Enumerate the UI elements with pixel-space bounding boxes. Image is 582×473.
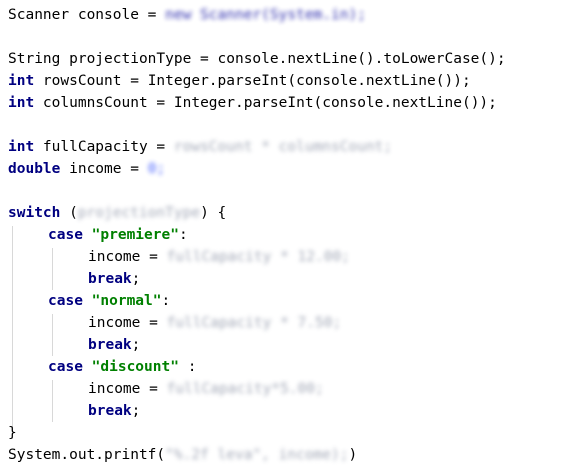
variable-token: console = bbox=[69, 7, 166, 23]
string-literal: "premiere" bbox=[91, 227, 179, 243]
redacted-code: fullCapacity*5.00; bbox=[166, 381, 324, 397]
string-literal: "discount" bbox=[91, 359, 179, 375]
keyword-case: case bbox=[48, 293, 83, 309]
code-text: ; bbox=[131, 271, 141, 287]
code-line-full-capacity[interactable]: int fullCapacity = rowsCount * columnsCo… bbox=[8, 136, 392, 158]
redacted-code: rowsCount * columnsCount; bbox=[173, 139, 393, 155]
code-text: : bbox=[178, 359, 197, 375]
code-line-scanner[interactable]: Scanner console = new Scanner(System.in)… bbox=[8, 4, 366, 26]
keyword-int: int bbox=[8, 73, 35, 89]
code-line-printf[interactable]: System.out.printf("%.2f leva", income);) bbox=[8, 444, 357, 466]
redacted-code: "%.2f leva", income); bbox=[165, 447, 349, 463]
keyword-case: case bbox=[48, 359, 83, 375]
code-line-case-normal[interactable]: case "normal": bbox=[48, 290, 170, 312]
code-line-break[interactable]: break; bbox=[88, 334, 140, 356]
code-line-rows-count[interactable]: int rowsCount = Integer.parseInt(console… bbox=[8, 70, 471, 92]
code-text: ) { bbox=[200, 205, 227, 221]
keyword-case: case bbox=[48, 227, 83, 243]
code-text: ; bbox=[131, 337, 141, 353]
code-line-projection-type[interactable]: String projectionType = console.nextLine… bbox=[8, 48, 506, 70]
code-line-columns-count[interactable]: int columnsCount = Integer.parseInt(cons… bbox=[8, 92, 497, 114]
code-text: ( bbox=[60, 205, 78, 221]
redacted-code: 0; bbox=[147, 161, 166, 177]
code-text: income = bbox=[88, 249, 167, 265]
code-line-income[interactable]: double income = 0; bbox=[8, 158, 165, 180]
code-line-case-premiere[interactable]: case "premiere": bbox=[48, 224, 188, 246]
keyword-int: int bbox=[8, 95, 35, 111]
code-text: System.out.printf( bbox=[8, 447, 166, 463]
code-line-break[interactable]: break; bbox=[88, 400, 140, 422]
code-text: String projectionType = console.nextLine… bbox=[8, 51, 506, 67]
code-line-case-discount[interactable]: case "discount" : bbox=[48, 356, 196, 378]
code-text: } bbox=[8, 425, 17, 441]
code-line-close-brace[interactable]: } bbox=[8, 422, 17, 444]
code-line-income-normal[interactable]: income = fullCapacity * 7.50; bbox=[88, 312, 341, 334]
redacted-code: fullCapacity * 12.00; bbox=[166, 249, 350, 265]
code-text: income = bbox=[88, 315, 167, 331]
code-text: ; bbox=[131, 403, 141, 419]
code-text: : bbox=[161, 293, 171, 309]
code-line-income-premiere[interactable]: income = fullCapacity * 12.00; bbox=[88, 246, 350, 268]
code-line-switch[interactable]: switch (projectionType) { bbox=[8, 202, 226, 224]
code-text: : bbox=[178, 227, 188, 243]
code-text: income = bbox=[88, 381, 167, 397]
code-text: fullCapacity = bbox=[34, 139, 174, 155]
redacted-code: projectionType bbox=[77, 205, 201, 221]
code-line-income-discount[interactable]: income = fullCapacity*5.00; bbox=[88, 378, 324, 400]
indent-guide-outer bbox=[12, 226, 13, 432]
code-text: rowsCount = Integer.parseInt(console.nex… bbox=[34, 73, 471, 89]
redacted-code: fullCapacity * 7.50; bbox=[166, 315, 342, 331]
keyword-switch: switch bbox=[8, 205, 61, 221]
code-editor[interactable]: Scanner console = new Scanner(System.in)… bbox=[0, 0, 582, 473]
indent-guide-case2 bbox=[52, 314, 53, 356]
code-text: ) bbox=[348, 447, 358, 463]
code-line-break[interactable]: break; bbox=[88, 268, 140, 290]
code-text: income = bbox=[60, 161, 148, 177]
keyword-int: int bbox=[8, 139, 35, 155]
string-literal: "normal" bbox=[91, 293, 162, 309]
keyword-break: break bbox=[88, 403, 132, 419]
indent-guide-case3 bbox=[52, 380, 53, 422]
keyword-break: break bbox=[88, 271, 132, 287]
code-text: columnsCount = Integer.parseInt(console.… bbox=[34, 95, 497, 111]
keyword-break: break bbox=[88, 337, 132, 353]
type-token: Scanner bbox=[8, 7, 70, 23]
redacted-code: new Scanner(System.in); bbox=[165, 7, 366, 23]
keyword-double: double bbox=[8, 161, 61, 177]
indent-guide-case1 bbox=[52, 248, 53, 290]
